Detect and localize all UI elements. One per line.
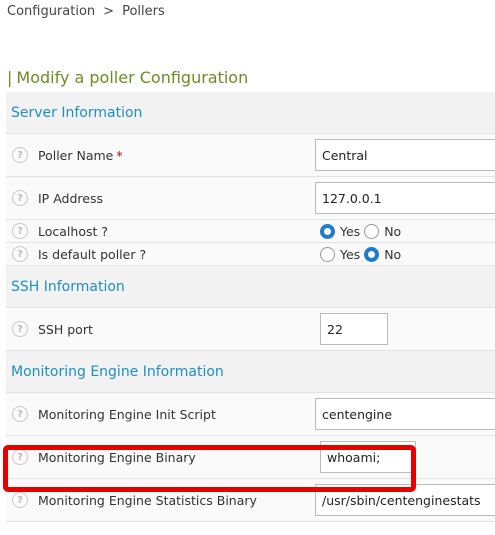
localhost-yes-radio[interactable] (320, 223, 335, 239)
help-icon[interactable]: ? (12, 449, 28, 465)
page-title: | Modify a poller Configuration (7, 68, 248, 87)
poller-name-input[interactable] (315, 139, 495, 171)
section-monitoring-engine-information: Monitoring Engine Information (6, 351, 495, 393)
row-engine-binary: ? Monitoring Engine Binary (6, 436, 495, 479)
row-stats-binary: ? Monitoring Engine Statistics Binary (6, 479, 495, 522)
label-is-default-poller: Is default poller ? (38, 246, 147, 262)
engine-binary-input[interactable] (320, 441, 416, 473)
row-is-default-poller: ? Is default poller ? Yes No (6, 243, 495, 266)
required-marker: * (116, 147, 123, 163)
localhost-no-radio[interactable] (364, 223, 380, 239)
section-title-server: Server Information (11, 104, 143, 121)
row-init-script: ? Monitoring Engine Init Script (6, 393, 495, 436)
help-icon[interactable]: ? (12, 190, 28, 206)
is-default-no-radio[interactable] (364, 246, 380, 262)
value-cell (309, 139, 495, 171)
value-cell (314, 313, 495, 345)
help-icon[interactable]: ? (12, 246, 28, 262)
label-ip-address: IP Address (38, 190, 103, 206)
help-icon[interactable]: ? (12, 321, 28, 337)
section-server-information: Server Information (6, 92, 495, 134)
ssh-port-input[interactable] (320, 313, 388, 345)
help-icon[interactable]: ? (12, 406, 28, 422)
localhost-radio-group: Yes No (314, 223, 495, 239)
stats-binary-input[interactable] (315, 484, 495, 516)
section-title-ssh: SSH Information (11, 278, 125, 295)
label-poller-name: Poller Name (38, 147, 114, 163)
value-cell (309, 182, 495, 214)
label-localhost: Localhost ? (38, 223, 108, 239)
localhost-yes-label[interactable]: Yes (340, 224, 360, 239)
page-title-text: Modify a poller Configuration (16, 68, 249, 87)
help-icon[interactable]: ? (12, 223, 28, 239)
breadcrumb-pollers[interactable]: Pollers (122, 4, 165, 19)
label-cell: ? Monitoring Engine Statistics Binary (6, 492, 309, 508)
init-script-input[interactable] (315, 398, 495, 430)
label-ssh-port: SSH port (38, 321, 93, 337)
label-stats-binary: Monitoring Engine Statistics Binary (38, 492, 257, 508)
value-cell (309, 484, 495, 516)
breadcrumb-configuration[interactable]: Configuration (7, 4, 95, 19)
label-engine-binary: Monitoring Engine Binary (38, 449, 196, 465)
label-cell: ? Is default poller ? (6, 246, 314, 262)
row-ssh-port: ? SSH port (6, 308, 495, 351)
breadcrumb: Configuration > Pollers (7, 4, 165, 19)
value-cell (309, 398, 495, 430)
poller-form: Server Information ? Poller Name * ? IP … (6, 92, 495, 522)
is-default-no-label[interactable]: No (384, 247, 401, 262)
label-cell: ? Localhost ? (6, 223, 314, 239)
value-cell (314, 441, 495, 473)
label-cell: ? Monitoring Engine Binary (6, 449, 314, 465)
help-icon[interactable]: ? (12, 492, 28, 508)
row-poller-name: ? Poller Name * (6, 134, 495, 177)
is-default-radio-group: Yes No (314, 246, 495, 262)
label-init-script: Monitoring Engine Init Script (38, 406, 216, 422)
ip-address-input[interactable] (315, 182, 495, 214)
row-localhost: ? Localhost ? Yes No (6, 220, 495, 243)
section-title-engine: Monitoring Engine Information (11, 363, 224, 380)
is-default-yes-radio[interactable] (320, 246, 335, 262)
label-cell: ? Monitoring Engine Init Script (6, 406, 309, 422)
is-default-yes-label[interactable]: Yes (340, 247, 360, 262)
breadcrumb-separator: > (103, 4, 115, 19)
label-cell: ? IP Address (6, 190, 309, 206)
localhost-no-label[interactable]: No (384, 224, 401, 239)
help-icon[interactable]: ? (12, 147, 28, 163)
section-ssh-information: SSH Information (6, 266, 495, 308)
page-title-bar: | (7, 68, 13, 87)
label-cell: ? Poller Name * (6, 147, 309, 163)
label-cell: ? SSH port (6, 321, 314, 337)
row-ip-address: ? IP Address (6, 177, 495, 220)
